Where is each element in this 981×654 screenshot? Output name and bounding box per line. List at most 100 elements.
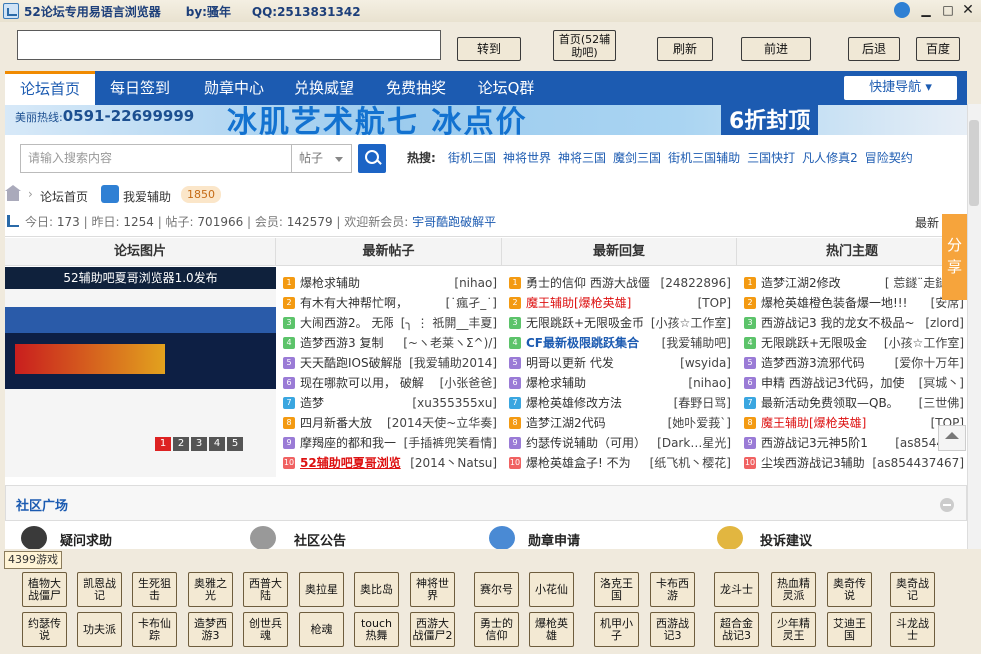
item-author[interactable]: [~ヽ老莱ヽΣ^)/]	[399, 333, 497, 353]
item-author[interactable]: [2014丶Natsu]	[406, 453, 497, 473]
game-button[interactable]: 神将世界	[410, 572, 455, 607]
quick-nav-button[interactable]: 快捷导航 ▾	[844, 76, 957, 100]
game-button[interactable]: touch热舞	[354, 612, 399, 647]
game-button[interactable]: 小花仙	[529, 572, 574, 607]
item-title[interactable]: 魔王辅助[爆枪英雄]	[526, 293, 631, 313]
item-title[interactable]: 爆枪求辅助	[526, 373, 586, 393]
item-title[interactable]: 有木有大神帮忙啊，	[300, 293, 408, 313]
list-item[interactable]: 7 造梦 [xu355355xu]	[283, 393, 497, 413]
community-complaint[interactable]: 投诉建议	[760, 530, 812, 549]
item-author[interactable]: [小孩☆工作室]	[646, 313, 731, 333]
list-item[interactable]: 9 西游战记3元神5阶1 [as854437]	[744, 433, 964, 453]
hot-search-link[interactable]: 魔剑三国	[613, 151, 661, 165]
maximize-icon[interactable]: □	[938, 1, 958, 21]
item-author[interactable]: [爱你十万年]	[890, 353, 964, 373]
breadcrumb-home[interactable]: 论坛首页	[40, 188, 88, 205]
game-button[interactable]: 功夫派	[77, 612, 122, 647]
item-title[interactable]: 造梦	[300, 393, 324, 413]
item-title[interactable]: 造梦西游3 复制	[300, 333, 383, 353]
list-item[interactable]: 2 魔王辅助[爆枪英雄] [TOP]	[509, 293, 731, 313]
list-item[interactable]: 1 造梦江湖2修改[ 莣鐩¨走鐩的]	[744, 273, 964, 293]
item-title[interactable]: 西游战记3元神5阶1	[761, 433, 868, 453]
game-button[interactable]: 奥奇战记	[890, 572, 935, 607]
forward-button[interactable]: 前进	[741, 37, 811, 61]
nav-forum-home[interactable]: 论坛首页	[5, 71, 95, 105]
item-author[interactable]: [TOP]	[693, 293, 731, 313]
item-title[interactable]: 最新活动免费领取—QB。	[761, 393, 899, 413]
game-button[interactable]: 西游战记3	[650, 612, 695, 647]
item-title[interactable]: 爆枪英雄盒子! 不为	[526, 453, 631, 473]
game-button[interactable]: 艾迪王国	[827, 612, 872, 647]
minimize-icon[interactable]: ▁	[916, 1, 936, 21]
back-to-top-icon[interactable]	[938, 425, 966, 451]
item-author[interactable]: [˙瘋孑_˙]	[441, 293, 497, 313]
item-title[interactable]: 爆枪求辅助	[300, 273, 360, 293]
game-button[interactable]: 卡布西游	[650, 572, 695, 607]
item-title[interactable]: 四月新番大放	[300, 413, 372, 433]
item-title[interactable]: 摩羯座的都和我一	[300, 433, 396, 453]
photo-dot[interactable]: 2	[173, 437, 189, 451]
photo-dot[interactable]: 3	[191, 437, 207, 451]
item-title[interactable]: 造梦江湖2修改	[761, 273, 841, 293]
game-button[interactable]: 赛尔号	[474, 572, 519, 607]
game-button[interactable]: 生死狙击	[132, 572, 177, 607]
photo-dot[interactable]: 5	[227, 437, 243, 451]
item-title[interactable]: 爆枪英雄橙色装备爆一地!!!	[761, 293, 907, 313]
item-author[interactable]: [nihao]	[684, 373, 731, 393]
item-title[interactable]: 申精 西游战记3代码，加使	[761, 373, 904, 393]
hot-search-link[interactable]: 神将世界	[503, 151, 551, 165]
list-item[interactable]: 2 有木有大神帮忙啊， [˙瘋孑_˙]	[283, 293, 497, 313]
game-button[interactable]: 奥比岛	[354, 572, 399, 607]
game-button[interactable]: 洛克王国	[594, 572, 639, 607]
game-button[interactable]: 奥雅之光	[188, 572, 233, 607]
item-author[interactable]: [xu355355xu]	[408, 393, 497, 413]
item-title[interactable]: 无限跳跃+无限吸金	[761, 333, 867, 353]
game-button[interactable]: 凯恩战记	[77, 572, 122, 607]
item-author[interactable]: [三世佛]	[914, 393, 964, 413]
item-author[interactable]: [Dark…星光]	[653, 433, 731, 453]
item-title[interactable]: 现在哪款可以用， 破解	[300, 373, 424, 393]
hot-search-link[interactable]: 三国快打	[747, 151, 795, 165]
item-author[interactable]: [╮ ⋮ 祇閞__丰夏]	[396, 313, 497, 333]
search-button[interactable]	[358, 144, 386, 173]
item-author[interactable]: [zlord]	[921, 313, 964, 333]
game-button[interactable]: 少年精灵王	[771, 612, 816, 647]
url-input[interactable]	[17, 30, 441, 60]
nav-qq-group[interactable]: 论坛Q群	[461, 71, 551, 105]
item-author[interactable]: [2014天使~立华奏]	[383, 413, 497, 433]
item-title[interactable]: 造梦西游3流邪代码	[761, 353, 865, 373]
hot-search-link[interactable]: 凡人修真2	[802, 151, 858, 165]
item-title[interactable]: 大闹西游2。 无限	[300, 313, 393, 333]
scrollbar-thumb[interactable]	[969, 120, 979, 206]
hot-search-link[interactable]: 神将三国	[558, 151, 606, 165]
list-item[interactable]: 8 四月新番大放 [2014天使~立华奏]	[283, 413, 497, 433]
nav-medal-center[interactable]: 勋章中心	[189, 71, 279, 105]
hot-search-link[interactable]: 冒险契约	[865, 151, 913, 165]
item-title[interactable]: 造梦江湖2代码	[526, 413, 606, 433]
list-item[interactable]: 6 爆枪求辅助 [nihao]	[509, 373, 731, 393]
item-title[interactable]: 天天酷跑IOS破解版	[300, 353, 401, 373]
list-item[interactable]: 5 明哥以更新 代发 [wsyida]	[509, 353, 731, 373]
list-item[interactable]: 9 摩羯座的都和我一 [手插裤兜笑看情]	[283, 433, 497, 453]
home-button[interactable]: 首页(52辅助吧)	[553, 30, 616, 61]
list-item[interactable]: 10 爆枪英雄盒子! 不为 [纸飞机丶樱花]	[509, 453, 731, 473]
game-button[interactable]: 奥拉星	[299, 572, 344, 607]
game-button[interactable]: 植物大战僵尸	[22, 572, 67, 607]
photo-slider[interactable]: 52辅助吧夏哥浏览器1.0发布 12345	[5, 267, 276, 477]
list-item[interactable]: 6 现在哪款可以用， 破解 [小张爸爸]	[283, 373, 497, 393]
hot-search-link[interactable]: 街机三国	[448, 151, 496, 165]
item-author[interactable]: [wsyida]	[676, 353, 731, 373]
game-button[interactable]: 超合金战记3	[714, 612, 759, 647]
hot-search-link[interactable]: 街机三国辅助	[668, 151, 740, 165]
item-title[interactable]: 爆枪英雄修改方法	[526, 393, 622, 413]
game-button[interactable]: 约瑟传说	[22, 612, 67, 647]
game-button[interactable]: 爆枪英雄	[529, 612, 574, 647]
share-button[interactable]: 分享	[942, 214, 967, 300]
item-title[interactable]: 无限跳跃+无限吸金币	[526, 313, 643, 333]
item-title[interactable]: 明哥以更新 代发	[526, 353, 614, 373]
breadcrumb-forum[interactable]: 我爱辅助	[123, 188, 171, 205]
nav-lottery[interactable]: 免费抽奖	[371, 71, 461, 105]
game-button[interactable]: 西游大战僵尸2	[410, 612, 455, 647]
games-tab[interactable]: 4399游戏	[4, 551, 62, 569]
list-item[interactable]: 3 西游战记3 我的龙女不极品~ [zlord]	[744, 313, 964, 333]
